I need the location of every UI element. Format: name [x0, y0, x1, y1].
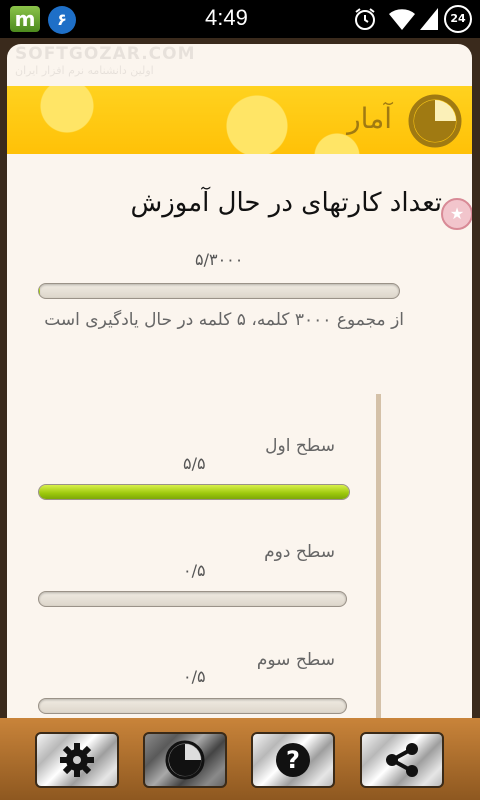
bottom-toolbar: ?: [0, 718, 480, 800]
help-icon: ?: [276, 743, 310, 777]
page-title: آمار: [347, 102, 392, 135]
svg-text:?: ?: [286, 746, 300, 774]
stats-card: SOFTGOZAR.COM اولین دانشنامه نرم افزار ا…: [7, 44, 472, 734]
stats-header: آمار: [7, 86, 472, 154]
alarm-icon: [355, 8, 375, 30]
level-divider: [376, 394, 381, 734]
level-2-count: ۰/۵: [183, 561, 206, 580]
watermark-brand: SOFTGOZAR.COM: [15, 44, 196, 64]
total-progress-fill: [39, 284, 40, 298]
level-3-count: ۰/۵: [183, 667, 206, 686]
stats-button[interactable]: [143, 732, 227, 788]
section-title: تعداد کارتهای در حال آموزش: [130, 188, 442, 218]
level-2-progress-bar: [38, 591, 347, 607]
level-3-progress-bar: [38, 698, 347, 714]
pie-chart-icon: [408, 94, 462, 148]
level-3-label: سطح سوم: [256, 650, 335, 670]
battery-icon: 24: [444, 5, 472, 33]
app-m-icon: m: [10, 6, 40, 32]
level-1-label: سطح اول: [265, 436, 335, 456]
total-progress-bar: [38, 283, 400, 299]
share-icon: [386, 743, 418, 777]
signal-icon: [420, 8, 438, 30]
status-bar: m ۶ 4:49 24: [0, 0, 480, 38]
status-time: 4:49: [205, 5, 248, 30]
app-6-icon: ۶: [48, 6, 76, 34]
progress-description: از مجموع ۳۰۰۰ کلمه، ۵ کلمه در حال یادگیر…: [44, 310, 404, 330]
settings-button[interactable]: [35, 732, 119, 788]
watermark: SOFTGOZAR.COM اولین دانشنامه نرم افزار ا…: [15, 44, 235, 84]
total-progress-count: ۵/۳۰۰۰: [195, 250, 244, 269]
help-button[interactable]: ?: [251, 732, 335, 788]
share-button[interactable]: [360, 732, 444, 788]
watermark-subtitle: اولین دانشنامه نرم افزار ایران: [15, 64, 154, 77]
level-1-progress-fill: [39, 485, 349, 499]
level-2-label: سطح دوم: [264, 542, 335, 562]
pie-chart-icon: [165, 740, 205, 780]
level-1-progress-bar: [38, 484, 350, 500]
level-1-count: ۵/۵: [183, 454, 206, 473]
wifi-icon: [389, 9, 415, 30]
gear-icon: [60, 743, 94, 777]
star-badge-icon[interactable]: ★: [441, 198, 472, 230]
